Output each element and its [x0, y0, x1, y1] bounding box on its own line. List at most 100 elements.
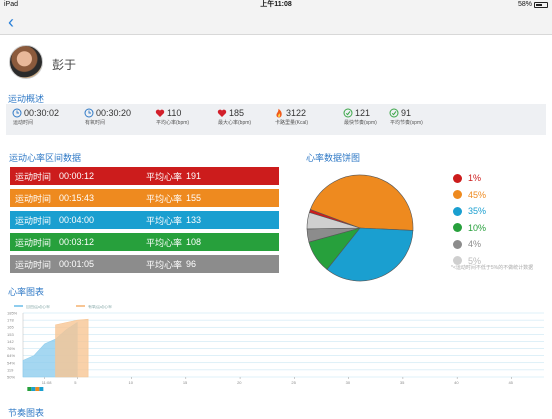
zone-time-value: 00:15:43 — [59, 193, 95, 203]
zone-row: 运动时间 00:03:12 平均心率 108 — [10, 233, 279, 251]
chart-legend-label: 有氧运动心率 — [88, 305, 112, 309]
overview-stat-value: 121 — [355, 108, 371, 118]
legend-dot — [453, 206, 462, 216]
battery-indicator: 58% — [518, 0, 548, 10]
overview-stat-label: 运动时间 — [13, 120, 34, 126]
overview-stat-label: 卡路里量(Kcal) — [275, 120, 309, 126]
overview-stat-label: 最快节奏(spm) — [344, 120, 377, 126]
overview-stat-label: 最大心率(bpm) — [218, 120, 252, 126]
pie-legend-item: 1% — [453, 173, 481, 183]
pie-legend-label: 4% — [468, 239, 482, 249]
navigation-bar: ‹ — [0, 10, 552, 35]
zone-avg-label: 平均心率 — [146, 237, 183, 248]
zone-row: 运动时间 00:15:43 平均心率 155 — [10, 189, 279, 207]
overview-panel: 00:30:02 运动时间 00:30:20 有氧时间 110 平均心率(bpm) 185 最… — [6, 104, 546, 135]
x-tick-label: 11:08 — [42, 380, 52, 385]
overview-stat-value: 00:30:20 — [96, 108, 132, 118]
zone-time-label: 运动时间 — [15, 193, 52, 204]
y-tick-label: 119 — [7, 367, 14, 372]
zone-time-value: 00:00:12 — [59, 171, 95, 181]
chart-legend-swatch — [76, 305, 85, 307]
overview-stat-value-row: 121 — [343, 108, 377, 118]
overview-stat: 110 平均心率(bpm) — [155, 108, 189, 126]
pie-legend-label: 35% — [468, 206, 487, 216]
status-time: 上午11:08 — [260, 1, 292, 8]
y-tick-label: 153 — [7, 332, 14, 337]
overview-stat-value: 3122 — [286, 108, 307, 118]
overview-stat-value: 185 — [229, 108, 245, 118]
legend-dot — [453, 223, 462, 232]
overview-stat: 00:30:02 运动时间 — [12, 108, 59, 126]
zone-strip-segment — [27, 387, 32, 391]
zone-time-label: 运动时间 — [15, 215, 52, 226]
pie-legend-item: 10% — [453, 223, 486, 233]
heart-rate-pie-chart — [306, 174, 414, 282]
y-tick-label: 76% — [7, 346, 15, 351]
zone-strip-segment — [31, 387, 36, 391]
overview-stat-value-row: 185 — [217, 108, 251, 118]
gauge-icon — [343, 108, 353, 118]
zone-row: 运动时间 00:00:12 平均心率 191 — [10, 167, 279, 185]
heart-icon — [217, 109, 227, 117]
overview-stat: 185 最大心率(bpm) — [217, 108, 251, 126]
user-name: 彭于 — [52, 58, 77, 72]
status-bar: iPad 上午11:08 58% — [0, 0, 552, 10]
zone-strip-segment — [39, 387, 44, 391]
x-tick-label: 20 — [237, 380, 242, 385]
zone-avg-value: 155 — [186, 193, 202, 203]
chevron-left-icon[interactable]: ‹ — [8, 13, 14, 31]
x-tick-label: 25 — [291, 380, 296, 385]
pie-legend-label: 10% — [468, 222, 487, 233]
legend-dot — [453, 239, 462, 249]
zone-avg-value: 133 — [186, 215, 202, 225]
chart-legend-swatch — [14, 305, 23, 307]
overview-stat-label: 有氧时间 — [85, 120, 106, 126]
pie-legend-item: 4% — [453, 239, 481, 249]
overview-stat: 00:30:20 有氧时间 — [84, 108, 131, 126]
battery-icon — [534, 2, 548, 8]
overview-stat-value: 00:30:02 — [24, 108, 60, 118]
zone-time-value: 00:01:05 — [59, 259, 95, 269]
overview-stat-value-row: 91 — [389, 108, 423, 118]
overview-stat: 121 最快节奏(spm) — [343, 108, 377, 126]
y-tick-label: 50% — [7, 375, 15, 380]
x-tick-label: 5 — [74, 380, 77, 385]
zone-table: 运动时间 00:00:12 平均心率 191 运动时间 00:15:43 平均心率 155 运动… — [8, 165, 279, 274]
pie-legend-item: 35% — [453, 206, 486, 216]
zone-avg-value: 96 — [186, 259, 197, 269]
zone-avg-value: 108 — [186, 237, 202, 247]
y-tick-label: 178 — [7, 318, 14, 323]
pie-note: *<运动时间不低于5%的不做统计数据 — [451, 265, 534, 271]
y-tick-label: 165 — [7, 325, 14, 330]
battery-percent: 58% — [517, 1, 532, 8]
gauge-icon — [389, 108, 399, 118]
x-tick-label: 30 — [346, 380, 351, 385]
zone-time-value: 00:04:00 — [59, 215, 95, 225]
overview-stat-value: 91 — [401, 108, 412, 118]
cadence-chart-title: 节奏图表 — [8, 408, 45, 418]
overview-stat-value: 110 — [167, 108, 182, 118]
hr-chart-title: 心率图表 — [8, 287, 45, 297]
pie-legend-label: 45% — [468, 189, 487, 200]
zone-time-value: 00:03:12 — [59, 237, 95, 247]
pie-legend-item: 45% — [453, 190, 486, 200]
y-tick-label: 185% — [7, 311, 18, 316]
zones-title: 运动心率区间数据 — [9, 153, 82, 163]
heart-icon — [155, 109, 165, 117]
zone-avg-label: 平均心率 — [146, 171, 183, 182]
x-tick-label: 10 — [129, 380, 134, 385]
pie-legend-label: 1% — [468, 173, 482, 183]
overview-stat: 3122 卡路里量(Kcal) — [274, 108, 308, 126]
heart-rate-chart: 自由运动心率 有氧运动心率 185% 178 165 153 142 76% 64% 54% 119… — [7, 305, 544, 391]
zone-avg-value: 191 — [186, 171, 202, 181]
zone-row: 运动时间 00:04:00 平均心率 133 — [10, 211, 279, 229]
overview-stat-value-row: 00:30:02 — [12, 108, 59, 118]
chart-legend-label: 自由运动心率 — [26, 305, 50, 309]
x-tick-label: 15 — [183, 380, 188, 385]
zone-avg-label: 平均心率 — [146, 215, 183, 226]
overview-stat-value-row: 3122 — [274, 108, 308, 118]
overview-stat: 91 平均节奏(spm) — [389, 108, 423, 126]
zone-row: 运动时间 00:01:05 平均心率 96 — [10, 255, 279, 273]
flame-icon — [276, 108, 282, 118]
clock-icon — [12, 108, 22, 118]
